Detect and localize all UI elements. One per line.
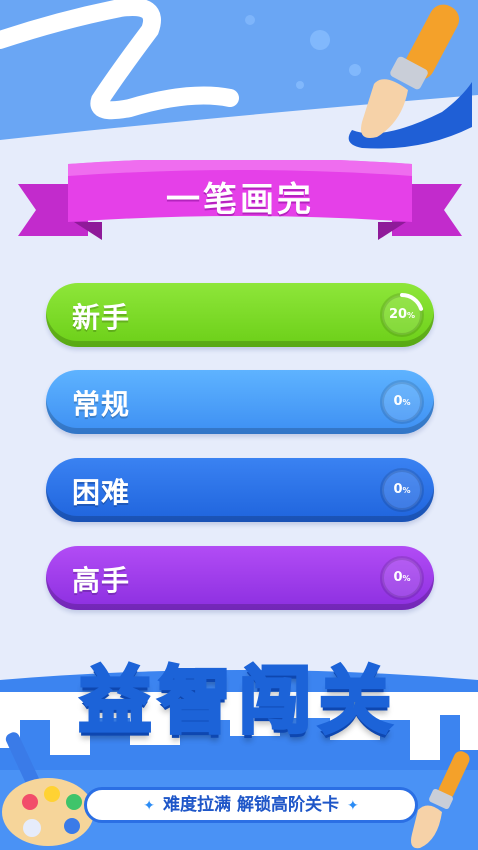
- level-hard-button[interactable]: 困难 0%: [46, 458, 434, 522]
- slogan-text: 难度拉满 解锁高阶关卡: [163, 795, 339, 815]
- progress-value: 0: [393, 394, 403, 409]
- progress-value: 0: [393, 482, 403, 497]
- level-expert-button[interactable]: 高手 0%: [46, 546, 434, 610]
- progress-unit: %: [407, 311, 416, 320]
- progress-ring: 20%: [378, 291, 426, 339]
- level-label: 新手: [72, 301, 131, 334]
- progress-value: 0: [393, 570, 403, 585]
- page-title: 一笔画完: [166, 180, 314, 220]
- small-brush-icon: [411, 751, 470, 849]
- paintbrush-icon: [348, 4, 472, 149]
- progress-unit: %: [402, 574, 411, 583]
- title-ribbon: 一笔画完: [18, 160, 462, 250]
- progress-ring: 0%: [378, 466, 426, 514]
- progress-ring: 0%: [378, 554, 426, 602]
- level-label: 困难: [72, 476, 131, 509]
- progress-unit: %: [402, 398, 411, 407]
- level-normal-button[interactable]: 常规 0%: [46, 370, 434, 434]
- progress-ring: 0%: [378, 378, 426, 426]
- level-label: 高手: [72, 564, 131, 597]
- progress-value: 20: [388, 307, 408, 322]
- progress-unit: %: [402, 486, 411, 495]
- sparkle-icon: ✦: [346, 798, 359, 814]
- promo-slogan: ✦ 难度拉满 解锁高阶关卡 ✦: [84, 787, 418, 823]
- level-label: 常规: [72, 388, 131, 421]
- level-beginner-button[interactable]: 新手 20%: [46, 283, 434, 347]
- sparkle-icon: ✦: [143, 798, 156, 814]
